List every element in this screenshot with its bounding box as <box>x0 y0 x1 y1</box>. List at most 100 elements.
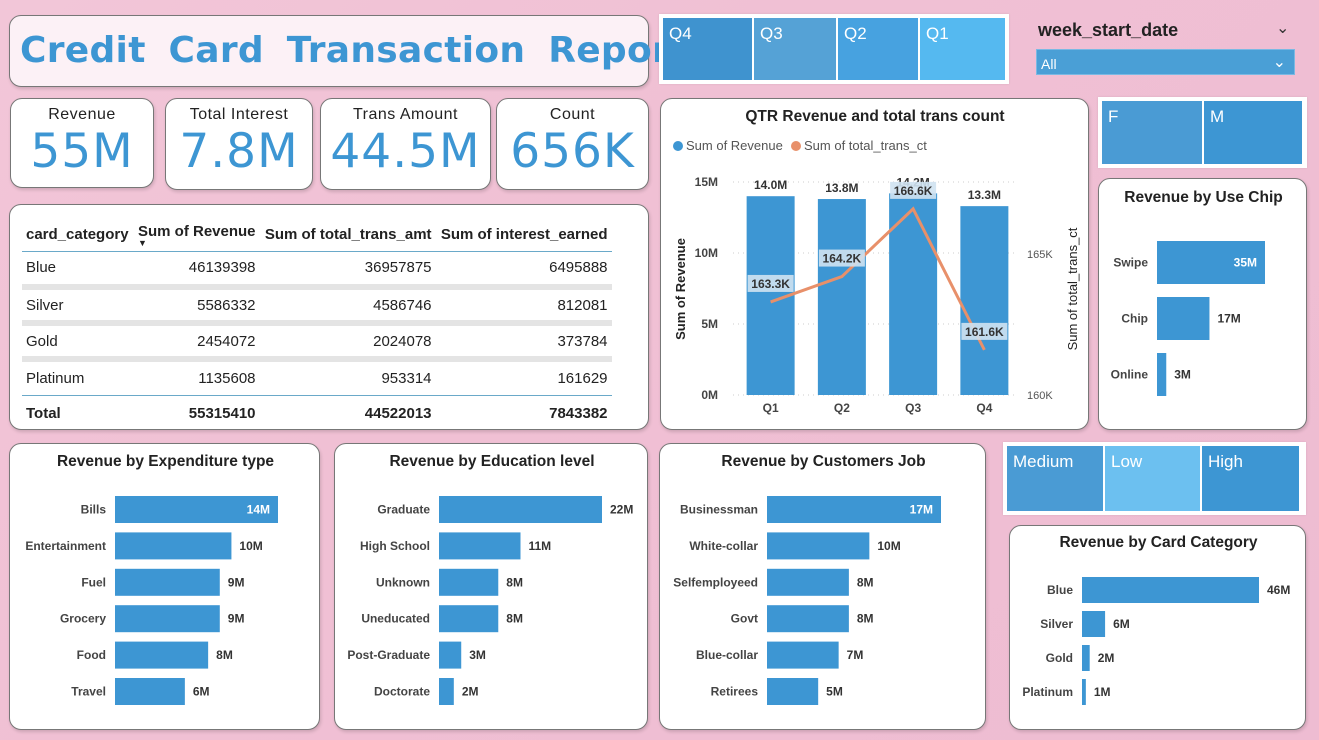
bar <box>115 568 220 596</box>
chevron-down-icon: ⌄ <box>1272 54 1286 71</box>
chart-title: Revenue by Card Category <box>1059 534 1257 551</box>
data-label: 1M <box>1094 685 1111 699</box>
income-tile-medium[interactable]: Medium <box>1007 446 1105 511</box>
kpi-trans-amount-value: 44.5M <box>330 124 481 179</box>
bar <box>1082 577 1259 603</box>
gender-tile-m[interactable]: M <box>1204 101 1302 164</box>
week-filter-dropdown[interactable]: All ⌄ <box>1036 49 1295 75</box>
quarter-tile-q4[interactable]: Q4 <box>663 18 754 80</box>
y2-axis-label: Sum of total_trans_ct <box>1065 227 1080 350</box>
data-label: 35M <box>1234 256 1257 270</box>
week-filter-label: week_start_date <box>1038 20 1179 40</box>
card-category-chart: Revenue by Card Category Blue 46M Silver 6M G… <box>1022 534 1290 705</box>
category-label: Unknown <box>376 575 430 589</box>
legend-marker <box>791 141 801 151</box>
card-category-chart-card: Revenue by Card Category Blue 46M Silver 6M G… <box>1009 525 1306 730</box>
bar <box>1082 611 1106 637</box>
bar-data-label: 13.3M <box>968 188 1001 202</box>
bar <box>115 532 232 560</box>
bar <box>817 199 866 395</box>
table-cell: Platinum <box>22 359 134 396</box>
card-category-table: card_category Sum of Revenue ▼ Sum of tot… <box>9 204 649 430</box>
category-label: Graduate <box>377 503 430 517</box>
table-cell: 46139398 <box>134 251 260 290</box>
quarter-tile-q3[interactable]: Q3 <box>754 18 838 80</box>
category-label: Travel <box>71 685 106 699</box>
kpi-revenue: Revenue 55M <box>10 98 154 188</box>
data-label: 8M <box>506 612 523 626</box>
table-cell: 161629 <box>435 359 612 396</box>
page-title: Credit Card Transaction Report <box>20 30 688 71</box>
data-label: 5M <box>826 685 843 699</box>
chevron-down-icon[interactable]: ⌄ <box>1276 18 1289 38</box>
bar <box>115 605 220 633</box>
y-tick-label: 5M <box>701 317 718 331</box>
chart-title: Revenue by Education level <box>389 453 594 470</box>
category-label: Bills <box>81 503 107 517</box>
table-cell: 953314 <box>259 359 436 396</box>
quarter-slicer: Q4 Q3 Q2 Q1 <box>659 14 1009 84</box>
legend-label: Sum of Revenue <box>686 138 783 153</box>
category-label: Retirees <box>711 685 759 699</box>
data-label: 11M <box>529 539 552 553</box>
table-cell: 5586332 <box>134 287 260 326</box>
table-cell: Total <box>26 404 61 422</box>
data-label: 3M <box>469 648 486 662</box>
use-chip-chart: Revenue by Use Chip Swipe 35M Chip 17M Online… <box>1111 189 1283 396</box>
x-tick-label: Q3 <box>905 401 921 415</box>
data-label: 9M <box>228 575 245 589</box>
line-data-label: 164.2K <box>823 252 862 266</box>
series-line <box>770 206 986 351</box>
category-label: Fuel <box>81 575 106 589</box>
data-label: 2M <box>462 685 479 699</box>
expenditure-chart: Revenue by Expenditure type Bills 14M Enter… <box>25 453 278 705</box>
data-label: 17M <box>910 503 933 517</box>
column-header[interactable]: Sum of total_trans_amt <box>259 217 436 252</box>
kpi-trans-amount: Trans Amount 44.5M <box>320 98 491 190</box>
table-row[interactable]: Silver 5586332 4586746 812081 <box>22 287 612 326</box>
quarter-tile-q1[interactable]: Q1 <box>920 18 1005 80</box>
bar <box>439 605 499 633</box>
bar <box>767 568 849 596</box>
bar <box>439 568 499 596</box>
bar-data-label: 13.8M <box>825 181 858 195</box>
table-cell: 2024078 <box>259 323 436 362</box>
legend-label: Sum of total_trans_ct <box>804 138 927 153</box>
column-header[interactable]: card_category <box>22 217 134 252</box>
data-label: 22M <box>610 503 633 517</box>
quarter-tile-q2[interactable]: Q2 <box>838 18 920 80</box>
table-row[interactable]: Blue 46139398 36957875 6495888 <box>22 251 612 290</box>
category-label: Online <box>1111 368 1149 382</box>
category-label: Grocery <box>60 612 106 626</box>
job-chart-card: Revenue by Customers Job Businessman 17M Wh… <box>659 443 986 730</box>
kpi-trans-amount-label: Trans Amount <box>352 106 458 123</box>
table-cell: 44522013 <box>364 404 432 422</box>
x-tick-label: Q1 <box>763 401 779 415</box>
bar-data-label: 14.0M <box>754 178 787 192</box>
qtr-revenue-chart-card: QTR Revenue and total trans count Sum of … <box>660 98 1089 430</box>
bar <box>439 532 521 560</box>
income-tile-low[interactable]: Low <box>1105 446 1202 511</box>
x-tick-label: Q2 <box>834 401 850 415</box>
column-header[interactable]: Sum of interest_earned <box>435 217 612 252</box>
gender-tile-f[interactable]: F <box>1102 101 1204 164</box>
chart-title: Revenue by Use Chip <box>1124 189 1283 206</box>
table-row[interactable]: Platinum 1135608 953314 161629 <box>22 359 612 396</box>
income-tile-high[interactable]: High <box>1202 446 1299 511</box>
category-label: Blue-collar <box>696 648 758 662</box>
category-label: Blue <box>1047 583 1073 597</box>
chart-title: Revenue by Expenditure type <box>57 453 274 470</box>
table-cell: 7843382 <box>549 404 608 422</box>
kpi-count-value: 656K <box>510 124 635 179</box>
table-row[interactable]: Gold 2454072 2024078 373784 <box>22 323 612 362</box>
category-label: Food <box>77 648 106 662</box>
education-chart: Revenue by Education level Graduate 22M Hig… <box>347 453 633 705</box>
sort-descending-icon: ▼ <box>138 237 147 248</box>
column-header[interactable]: Sum of Revenue ▼ <box>134 217 260 252</box>
bar <box>1082 679 1086 705</box>
category-label: Entertainment <box>25 539 106 553</box>
table-total-row: Total 55315410 44522013 7843382 <box>22 395 612 431</box>
bar <box>115 678 185 705</box>
kpi-revenue-label: Revenue <box>48 106 116 123</box>
category-label: White-collar <box>689 539 758 553</box>
